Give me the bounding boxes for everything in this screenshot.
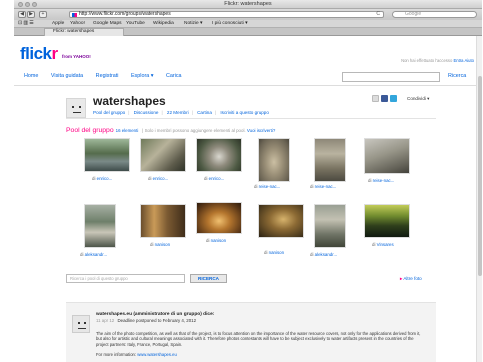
window-titlebar: Flickr: watershapes <box>14 0 482 9</box>
add-bookmark-button[interactable]: + <box>39 11 47 18</box>
photo-caption: di reise-nac... <box>310 184 337 189</box>
photo-caption: di Vinsares <box>372 242 394 247</box>
favicon-icon <box>72 13 77 17</box>
share-dropdown[interactable]: Condividi ▾ <box>407 96 429 102</box>
bookmark-youtube[interactable]: YouTube <box>126 21 145 26</box>
web-page: flickr from YAHOO! Non hai effettuato l'… <box>14 36 482 362</box>
photo-thumbnail[interactable] <box>314 138 346 182</box>
nav-divider <box>14 85 482 86</box>
window-title: Flickr: watershapes <box>224 1 272 7</box>
group-subnav: Pool del gruppo | Discussione | 22 Membri |… <box>93 110 269 115</box>
site-search-button[interactable]: Ricerca <box>448 73 466 79</box>
url-field[interactable]: http://www.flickr.com/groups/watershapes… <box>69 11 384 18</box>
photo-thumbnail[interactable] <box>84 138 130 172</box>
nav-visita-guidata[interactable]: Visita guidata <box>51 73 83 79</box>
post-subject[interactable]: Deadline postponed to February 4, 2012 <box>117 318 196 323</box>
subnav-discussione[interactable]: Discussione <box>134 110 159 115</box>
bookmark-piu-conosciuti[interactable]: I più conosciuti ▾ <box>212 21 247 26</box>
signin-area: Non hai effettuato l'accesso Entra Aiuto <box>401 58 474 63</box>
group-name: watershapes <box>93 94 166 108</box>
pool-search-input[interactable]: Ricerca i pool di questo gruppo <box>66 274 185 283</box>
post-info: For more information: www.watershapes.eu <box>96 352 177 357</box>
subnav-pool[interactable]: Pool del gruppo <box>93 110 125 115</box>
photo-thumbnail[interactable] <box>140 138 186 172</box>
left-gutter <box>0 0 14 362</box>
bookmarks-bar: ⊡ ▥ ☰ Apple Yahoo! Google Maps YouTube W… <box>14 20 482 28</box>
photo-thumbnail[interactable] <box>196 202 242 234</box>
photo-caption: di reise-nac... <box>368 178 395 183</box>
photo-thumbnail[interactable] <box>196 138 242 172</box>
pool-title: Pool del gruppo 16 elementi | Solo i memb… <box>66 127 276 134</box>
pool-count[interactable]: 16 elementi <box>116 128 139 133</box>
bookmark-google-maps[interactable]: Google Maps <box>93 21 122 26</box>
bookmark-notizie[interactable]: Notizie ▾ <box>184 21 202 26</box>
bookmark-yahoo[interactable]: Yahoo! <box>70 21 85 26</box>
arrow-right-icon: ▸ <box>400 276 403 281</box>
twitter-icon[interactable] <box>390 95 397 102</box>
pool-search-button[interactable]: RICERCA <box>190 274 227 283</box>
post-author[interactable]: watershapes.eu (amministratore di un gru… <box>96 312 214 317</box>
post-date: 11 apr 12 <box>96 318 115 323</box>
tab-bar: Flickr: watershapes <box>14 28 482 36</box>
photo-thumbnail[interactable] <box>84 204 116 248</box>
photo-caption: di enrico... <box>204 176 225 181</box>
main-nav: Home Visita guidata Registrati Esplora ▾… <box>24 73 193 79</box>
photo-caption: di enrico... <box>92 176 113 181</box>
photo-caption: di aleksandr... <box>310 252 338 257</box>
nav-registrati[interactable]: Registrati <box>96 73 119 79</box>
photo-caption: di nanison <box>206 238 227 243</box>
facebook-icon[interactable] <box>381 95 388 102</box>
browser-search-input[interactable]: Google <box>392 11 477 18</box>
subnav-cartina[interactable]: Cartina <box>197 110 212 115</box>
pool-note: Solo i membri possono aggiungere element… <box>144 128 246 133</box>
bookmark-apple[interactable]: Apple <box>52 21 64 26</box>
more-photos-link[interactable]: ▸ Altre foto <box>400 276 422 282</box>
post-body: The aim of the photo competition, as wel… <box>96 331 421 347</box>
join-group-link[interactable]: Vuoi iscriverti? <box>247 128 275 133</box>
reload-icon[interactable]: C <box>376 12 380 17</box>
help-link[interactable]: Aiuto <box>464 58 474 63</box>
scrollbar-thumb[interactable] <box>478 76 482 276</box>
email-icon[interactable] <box>372 95 379 102</box>
nav-home[interactable]: Home <box>24 73 38 79</box>
subnav-membri[interactable]: 22 Membri <box>167 110 189 115</box>
share-area: Condividi ▾ <box>372 95 436 103</box>
photo-thumbnail[interactable] <box>258 138 290 182</box>
bookmarks-icon[interactable]: ⊡ ▥ ☰ <box>18 21 34 26</box>
post-meta: 11 apr 12 Deadline postponed to February… <box>96 318 196 323</box>
photo-caption: di enrico... <box>148 176 169 181</box>
url-text: http://www.flickr.com/groups/watershapes <box>79 11 171 17</box>
photo-caption: di nanison <box>264 250 285 255</box>
nav-esplora[interactable]: Esplora ▾ <box>131 73 153 79</box>
subnav-iscriviti[interactable]: Iscriviti a questo gruppo <box>220 110 269 115</box>
photo-thumbnail[interactable] <box>258 204 304 238</box>
site-search-input[interactable] <box>342 72 440 82</box>
flickr-logo[interactable]: flickr <box>20 44 58 64</box>
photo-thumbnail[interactable] <box>364 138 410 174</box>
photo-thumbnail[interactable] <box>364 204 410 238</box>
photo-thumbnail[interactable] <box>314 204 346 248</box>
page-scrollbar[interactable] <box>476 36 482 362</box>
photo-caption: di nanison <box>150 242 171 247</box>
author-avatar[interactable] <box>72 315 90 333</box>
browser-toolbar: ◀ ▶ + http://www.flickr.com/groups/water… <box>14 9 482 20</box>
signin-link[interactable]: Entra <box>454 58 464 63</box>
yahoo-label: from YAHOO! <box>62 54 91 59</box>
tab-flickr-watershapes[interactable]: Flickr: watershapes <box>44 28 124 36</box>
bookmark-wikipedia[interactable]: Wikipedia <box>153 21 174 26</box>
back-button[interactable]: ◀ <box>18 11 26 18</box>
watershapes-link[interactable]: www.watershapes.eu <box>137 352 177 357</box>
photo-caption: di aleksandr... <box>80 252 108 257</box>
subnav-divider <box>66 118 436 119</box>
photo-thumbnail[interactable] <box>140 204 186 238</box>
photo-caption: di reise-nac... <box>254 184 281 189</box>
group-buddy-icon <box>66 98 86 118</box>
discussion-post: watershapes.eu (amministratore di un gru… <box>66 302 436 362</box>
nav-carica[interactable]: Carica <box>166 73 182 79</box>
forward-button[interactable]: ▶ <box>27 11 35 18</box>
